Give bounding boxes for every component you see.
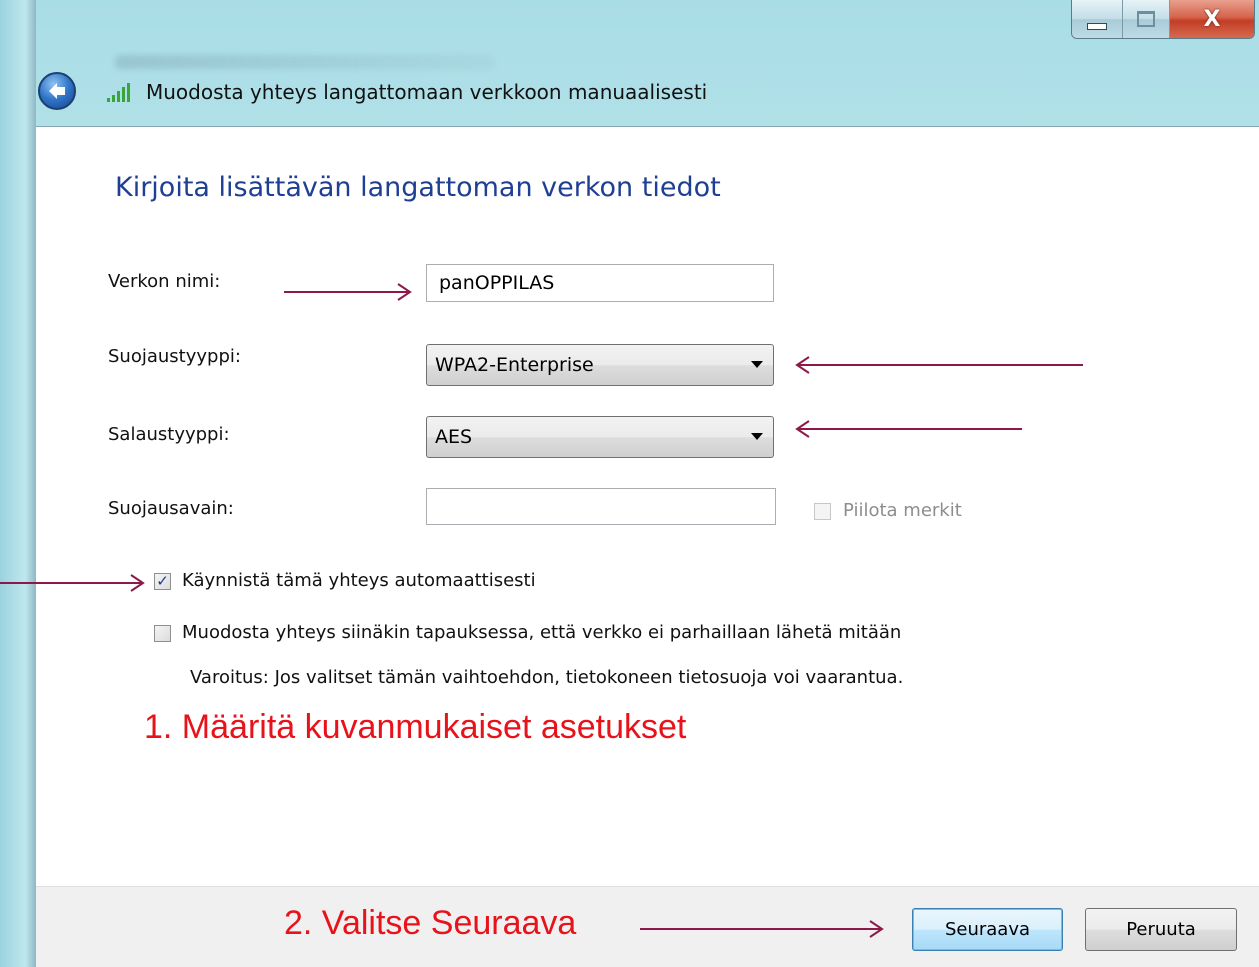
button-footer	[36, 886, 1259, 967]
dropdown-arrow-icon	[751, 361, 763, 368]
privacy-warning-text: Varoitus: Jos valitset tämän vaihtoehdon…	[190, 667, 904, 688]
hide-characters-checkbox[interactable]	[814, 503, 831, 520]
wireless-signal-icon	[107, 83, 130, 102]
security-type-dropdown[interactable]: WPA2-Enterprise	[426, 344, 774, 386]
page-heading: Kirjoita lisättävän langattoman verkon t…	[115, 172, 721, 203]
dropdown-arrow-icon	[751, 433, 763, 440]
close-icon: X	[1203, 6, 1221, 32]
encryption-type-label: Salaustyyppi:	[108, 424, 230, 445]
minimize-button[interactable]	[1072, 0, 1123, 38]
next-button[interactable]: Seuraava	[912, 908, 1063, 951]
network-name-label: Verkon nimi:	[108, 271, 221, 292]
network-name-value: panOPPILAS	[439, 272, 555, 294]
step-2-instruction: 2. Valitse Seuraava	[284, 904, 577, 942]
hide-characters-label: Piilota merkit	[843, 500, 962, 521]
auto-start-label: Käynnistä tämä yhteys automaattisesti	[182, 570, 536, 591]
security-key-label: Suojausavain:	[108, 498, 234, 519]
connect-even-if-not-broadcasting-checkbox[interactable]	[154, 625, 171, 642]
back-button[interactable]	[38, 72, 76, 110]
window-left-border	[0, 0, 36, 967]
maximize-icon	[1137, 11, 1155, 27]
minimize-icon	[1087, 22, 1107, 30]
window-title: Muodosta yhteys langattomaan verkkoon ma…	[146, 80, 708, 104]
security-type-label: Suojaustyyppi:	[108, 346, 241, 367]
maximize-button[interactable]	[1123, 0, 1170, 38]
window-frame: X Muodosta yhteys langattomaan verkkoon …	[0, 0, 1259, 967]
blurred-window-text	[115, 55, 495, 69]
back-arrow-icon	[49, 83, 65, 99]
encryption-type-dropdown[interactable]: AES	[426, 416, 774, 458]
network-name-input[interactable]: panOPPILAS	[426, 264, 774, 302]
encryption-type-value: AES	[435, 426, 473, 448]
security-key-input[interactable]	[426, 488, 776, 525]
caption-buttons: X	[1071, 0, 1255, 39]
step-1-instruction: 1. Määritä kuvanmukaiset asetukset	[144, 708, 687, 746]
close-button[interactable]: X	[1170, 0, 1254, 38]
auto-start-checkbox[interactable]: ✓	[154, 573, 171, 590]
security-type-value: WPA2-Enterprise	[435, 354, 594, 376]
cancel-button[interactable]: Peruuta	[1085, 908, 1237, 951]
checkmark-icon: ✓	[156, 572, 169, 590]
connect-even-if-not-broadcasting-label: Muodosta yhteys siinäkin tapauksessa, et…	[182, 622, 902, 643]
